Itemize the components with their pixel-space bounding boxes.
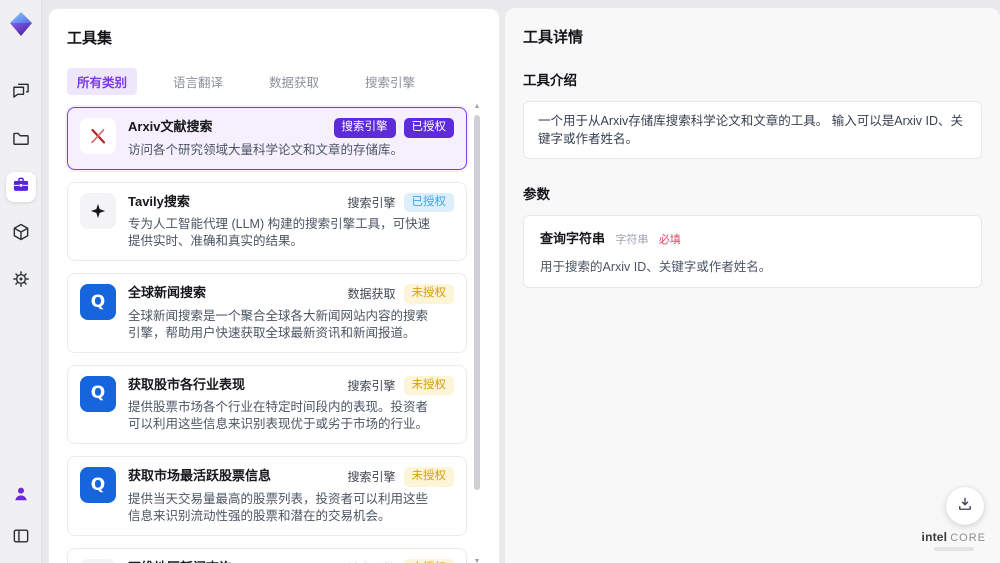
arxiv-logo-icon xyxy=(80,118,116,154)
tool-description: 专为人工智能代理 (LLM) 构建的搜索引擎工具，可快速提供实时、准确和真实的结… xyxy=(128,217,431,248)
tool-list: Arxiv文献搜索 搜索引擎 已授权 访问各个研究领域大量科学论文和文章的存储库… xyxy=(67,103,481,563)
tools-panel: 工具集 所有类别 语言翻译 数据获取 搜索引擎 Arxiv文献搜索 搜索引擎 已… xyxy=(48,8,500,563)
brand-underline xyxy=(933,547,974,551)
tool-card-global-news[interactable]: Q 全球新闻搜索 数据获取 未授权 全球新闻搜索是一个聚合全球各大新闻网站内容的… xyxy=(67,273,467,353)
sparkle-icon xyxy=(80,192,116,229)
tool-card-regional-news[interactable]: 万维地区新闻查询 搜索引擎 未授权 查询具体行政区划内的新闻，快速了解各地新闻动 xyxy=(67,547,467,563)
app-logo-icon xyxy=(7,10,35,38)
app-sidebar xyxy=(0,0,42,563)
newspaper-icon xyxy=(80,558,116,563)
scrollbar-thumb[interactable] xyxy=(474,115,480,490)
tool-title: 万维地区新闻查询 xyxy=(128,559,232,563)
tab-all-categories[interactable]: 所有类别 xyxy=(67,68,138,95)
scroll-down-arrow[interactable]: ▼ xyxy=(473,558,481,563)
sidebar-item-settings[interactable] xyxy=(6,266,36,296)
intro-heading: 工具介绍 xyxy=(523,73,577,88)
user-avatar[interactable] xyxy=(6,481,36,511)
app-root: 工具集 所有类别 语言翻译 数据获取 搜索引擎 Arxiv文献搜索 搜索引擎 已… xyxy=(0,0,1000,563)
news-search-icon: Q xyxy=(80,467,116,503)
tool-card-tavily[interactable]: Tavily搜索 搜索引擎 已授权 专为人工智能代理 (LLM) 构建的搜索引擎… xyxy=(67,181,467,261)
auth-status-badge: 未授权 xyxy=(403,375,454,395)
tool-intro-text: 一个用于从Arxiv存储库搜索科学论文和文章的工具。 输入可以是Arxiv ID… xyxy=(538,114,964,146)
tool-title: 全球新闻搜索 xyxy=(128,285,207,300)
sidebar-bottom xyxy=(6,481,36,553)
tool-title: Arxiv文献搜索 xyxy=(128,119,213,134)
details-title: 工具详情 xyxy=(523,29,584,46)
tool-description: 提供股票市场各个行业在特定时间段内的表现。投资者可以利用这些信息来识别表现优于或… xyxy=(128,400,429,431)
user-icon xyxy=(11,484,31,509)
tab-language-translation[interactable]: 语言翻译 xyxy=(163,68,233,95)
category-label: 数据获取 xyxy=(347,287,396,302)
package-icon xyxy=(11,222,31,247)
auth-status-badge: 已授权 xyxy=(403,192,454,212)
toolbox-icon xyxy=(11,175,31,200)
parameter-type: 字符串 xyxy=(615,234,649,246)
parameter-name: 查询字符串 xyxy=(540,231,606,246)
category-badge: 搜索引擎 xyxy=(333,118,396,138)
auth-status-badge: 未授权 xyxy=(403,558,454,563)
panel-toggle-icon xyxy=(11,526,31,551)
parameter-required-label: 必填 xyxy=(658,234,681,246)
list-scrollbar: ▲ ▼ xyxy=(473,103,481,563)
panel-toggle-button[interactable] xyxy=(6,523,36,553)
tools-panel-title: 工具集 xyxy=(67,30,113,47)
tool-description: 提供当天交易量最高的股票列表，投资者可以利用这些信息来识别流动性强的股票和潜在的… xyxy=(128,491,429,523)
chat-icon xyxy=(11,81,31,106)
download-button[interactable] xyxy=(946,487,984,525)
sidebar-item-tools[interactable] xyxy=(5,172,36,202)
tool-title: Tavily搜索 xyxy=(128,193,190,209)
parameter-description: 用于搜索的Arxiv ID、关键字或作者姓名。 xyxy=(540,260,772,274)
tool-title: 获取股市各行业表现 xyxy=(128,376,246,392)
news-search-icon: Q xyxy=(80,284,116,320)
auth-status-badge: 已授权 xyxy=(403,118,454,138)
download-icon xyxy=(956,495,974,518)
tool-description: 访问各个研究领域大量科学论文和文章的存储库。 xyxy=(128,142,404,157)
brand-core-text: CORE xyxy=(950,532,986,544)
tool-title: 获取市场最活跃股票信息 xyxy=(128,468,272,483)
news-search-icon: Q xyxy=(80,375,116,412)
category-tabs: 所有类别 语言翻译 数据获取 搜索引擎 xyxy=(67,68,481,95)
sidebar-nav xyxy=(5,78,36,296)
tool-card-sector-performance[interactable]: Q 获取股市各行业表现 搜索引擎 未授权 提供股票市场各个行业在特定时间段内的表… xyxy=(67,364,467,444)
sidebar-item-chat[interactable] xyxy=(6,78,36,108)
tool-description: 全球新闻搜索是一个聚合全球各大新闻网站内容的搜索引擎，帮助用户快速获取全球最新资… xyxy=(128,308,429,340)
auth-status-badge: 未授权 xyxy=(403,284,454,304)
tool-card-arxiv[interactable]: Arxiv文献搜索 搜索引擎 已授权 访问各个研究领域大量科学论文和文章的存储库… xyxy=(67,107,467,170)
params-heading: 参数 xyxy=(523,187,550,202)
tool-details-panel: 工具详情 工具介绍 一个用于从Arxiv存储库搜索科学论文和文章的工具。 输入可… xyxy=(505,8,1000,563)
brand-intel-text: intel xyxy=(921,530,948,544)
tab-search-engine[interactable]: 搜索引擎 xyxy=(355,68,425,95)
sidebar-item-files[interactable] xyxy=(6,125,36,155)
category-label: 搜索引擎 xyxy=(347,470,396,485)
parameter-card: 查询字符串 字符串 必填 用于搜索的Arxiv ID、关键字或作者姓名。 xyxy=(523,215,982,288)
scroll-up-arrow[interactable]: ▲ xyxy=(473,103,481,111)
tool-card-active-stocks[interactable]: Q 获取市场最活跃股票信息 搜索引擎 未授权 提供当天交易量最高的股票列表，投资… xyxy=(67,456,467,536)
folder-icon xyxy=(11,128,31,153)
category-label: 搜索引擎 xyxy=(347,195,396,210)
tool-intro-box: 一个用于从Arxiv存储库搜索科学论文和文章的工具。 输入可以是Arxiv ID… xyxy=(523,101,982,159)
auth-status-badge: 未授权 xyxy=(403,467,454,487)
sidebar-item-packages[interactable] xyxy=(6,219,36,249)
tab-data-fetching[interactable]: 数据获取 xyxy=(259,68,329,95)
category-label: 搜索引擎 xyxy=(347,378,396,393)
intel-core-logo: intel CORE xyxy=(922,530,986,551)
gear-icon xyxy=(11,269,31,294)
